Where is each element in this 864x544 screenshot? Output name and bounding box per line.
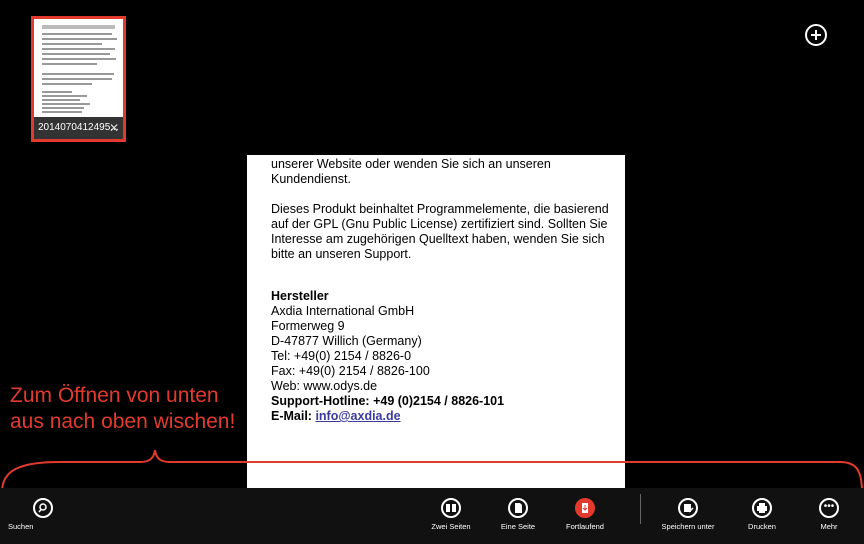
email-line: E-Mail: info@axdia.de — [271, 409, 613, 424]
thumbnail-line — [42, 107, 84, 109]
thumbnail-line — [42, 78, 112, 80]
more-button[interactable]: ••• Mehr — [794, 488, 864, 531]
print-button[interactable]: Drucken — [727, 488, 797, 531]
thumbnail-line — [42, 91, 72, 93]
support-hotline: Support-Hotline: +49 (0)2154 / 8826-101 — [271, 394, 505, 408]
thumbnail-line — [42, 83, 92, 85]
more-icon: ••• — [819, 498, 839, 518]
close-icon[interactable]: ✕ — [109, 117, 119, 139]
paragraph: unserer Website oder wenden Sie sich an … — [271, 157, 551, 186]
document-content: unserer Website oder wenden Sie sich an … — [271, 155, 613, 424]
email-label: E-Mail: — [271, 409, 316, 423]
thumbnail-line — [42, 48, 115, 50]
separator — [640, 494, 641, 524]
hint-text-line1: Zum Öffnen von unten — [10, 384, 219, 407]
two-pages-icon — [441, 498, 461, 518]
more-label: Mehr — [820, 522, 838, 531]
one-page-icon — [508, 498, 528, 518]
search-icon — [33, 498, 53, 518]
thumbnail-line — [42, 53, 110, 55]
search-button[interactable]: Suchen — [8, 488, 78, 531]
tab-title: 2014070412495... — [38, 122, 119, 133]
paragraph: Dieses Produkt beinhaltet Programmelemen… — [271, 202, 609, 261]
email-link[interactable]: info@axdia.de — [315, 409, 400, 423]
thumbnail-header — [42, 25, 115, 29]
street: Formerweg 9 — [271, 319, 345, 333]
thumbnail-line — [42, 95, 87, 97]
print-label: Drucken — [748, 522, 776, 531]
hint-text-line2: aus nach oben wischen! — [10, 410, 236, 433]
save-as-icon — [678, 498, 698, 518]
telephone: Tel: +49(0) 2154 / 8826-0 — [271, 349, 412, 363]
search-label: Suchen — [8, 522, 34, 531]
two-pages-label: Zwei Seiten — [431, 522, 471, 531]
add-tab-button[interactable] — [805, 24, 827, 46]
thumbnail-line — [42, 99, 80, 101]
website: Web: www.odys.de — [271, 379, 378, 393]
one-page-button[interactable]: Eine Seite — [483, 488, 553, 531]
thumbnail-line — [42, 38, 117, 40]
save-as-button[interactable]: Speichern unter — [653, 488, 723, 531]
two-pages-button[interactable]: Zwei Seiten — [416, 488, 486, 531]
thumbnail-line — [42, 58, 116, 60]
heading: Hersteller — [271, 289, 329, 303]
continuous-button[interactable]: Fortlaufend — [550, 488, 620, 531]
save-as-label: Speichern unter — [661, 522, 715, 531]
company-name: Axdia International GmbH — [271, 304, 415, 318]
thumbnail-line — [42, 103, 90, 105]
continuous-icon — [575, 498, 595, 518]
printer-icon — [752, 498, 772, 518]
thumbnail-line — [42, 73, 114, 75]
document-tab[interactable]: 2014070412495... ✕ — [31, 16, 126, 142]
thumbnail-line — [42, 63, 97, 65]
one-page-label: Eine Seite — [500, 522, 536, 531]
city: D-47877 Willich (Germany) — [271, 334, 422, 348]
thumbnail-line — [42, 43, 102, 45]
tab-label: 2014070412495... ✕ — [34, 117, 123, 139]
thumbnail-line — [42, 111, 82, 113]
fax: Fax: +49(0) 2154 / 8826-100 — [271, 364, 430, 378]
continuous-label: Fortlaufend — [566, 522, 604, 531]
thumbnail-line — [42, 33, 112, 35]
document-page[interactable]: unserer Website oder wenden Sie sich an … — [247, 155, 625, 488]
